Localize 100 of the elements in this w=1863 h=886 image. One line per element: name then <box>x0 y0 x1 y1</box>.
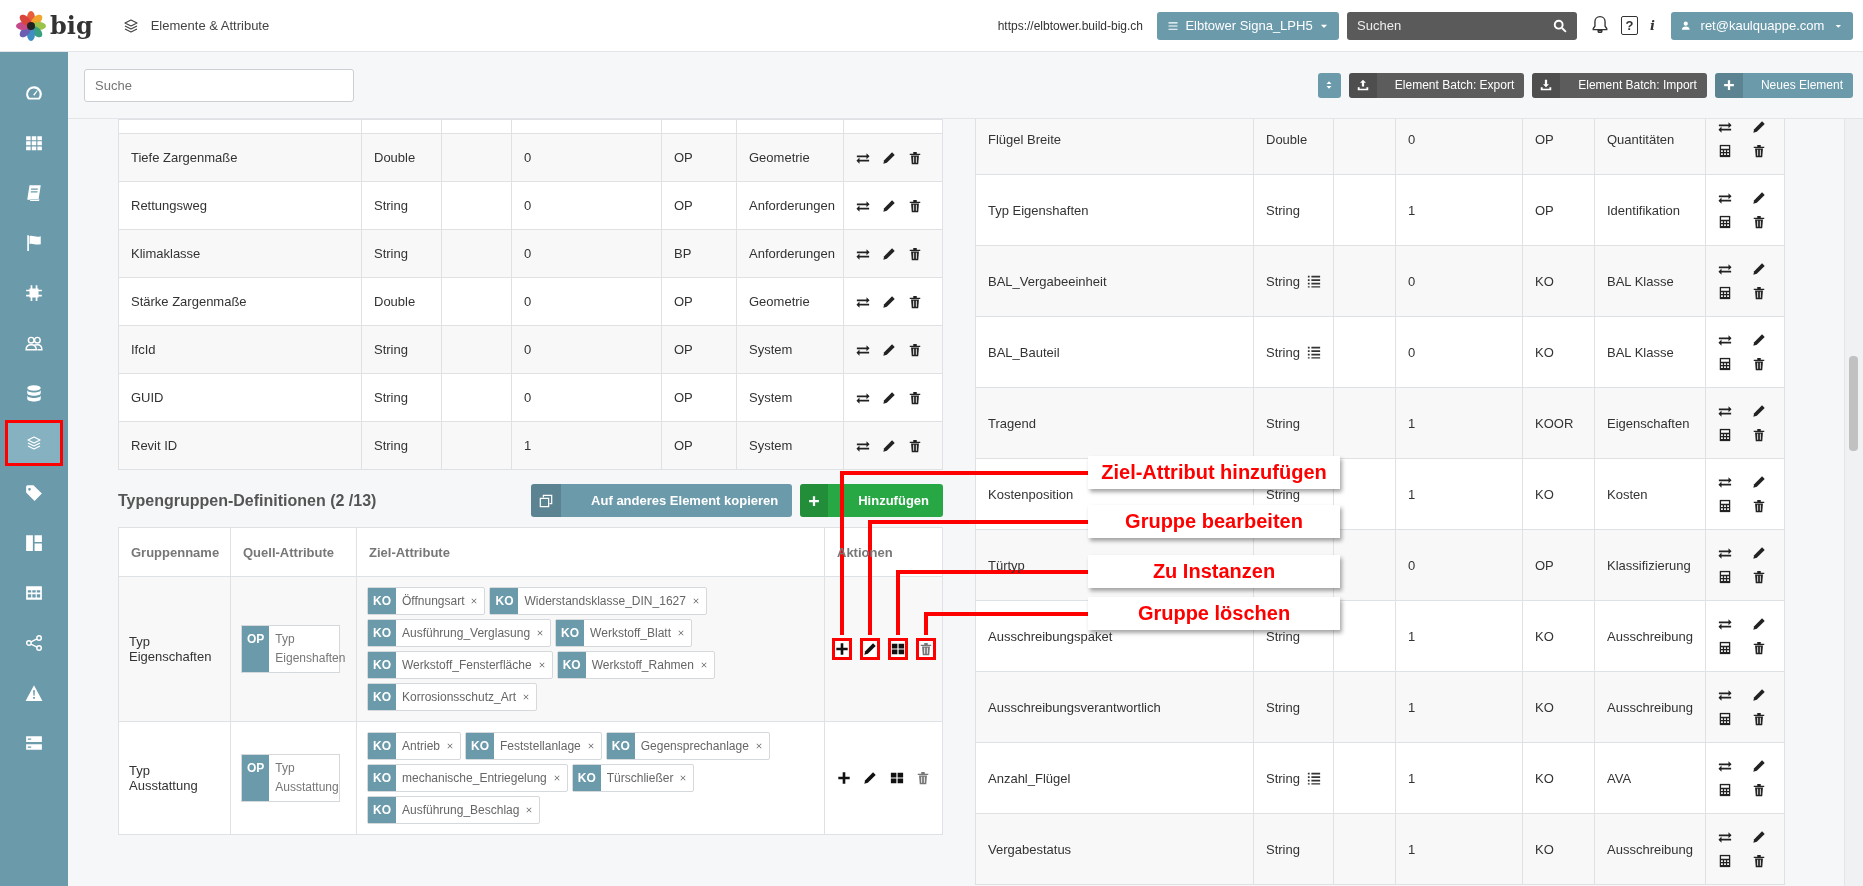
table-icon <box>25 584 43 602</box>
search-field[interactable]: Suche <box>84 68 354 102</box>
table-cell: KO <box>1522 316 1595 388</box>
instances-group-button[interactable] <box>887 638 908 660</box>
table-cell: KO <box>1522 813 1595 885</box>
pencil-icon <box>882 198 896 213</box>
table-cell: Ausschreibung <box>1594 600 1706 672</box>
table-cell: OP <box>661 421 737 470</box>
search-field[interactable]: Suchen <box>1347 11 1578 40</box>
table-cell: String <box>1266 202 1300 218</box>
table-cell: String <box>374 342 408 357</box>
table-cell: AVA <box>1594 742 1706 814</box>
attribute-tag[interactable]: KO Antrieb <box>367 732 462 760</box>
pencil-icon <box>882 294 896 309</box>
grid-icon <box>25 134 43 152</box>
table-cell: String <box>374 246 408 261</box>
add-group-button[interactable] <box>831 638 852 660</box>
pencil-icon <box>882 438 896 453</box>
search-icon <box>1553 18 1568 33</box>
site-url: https://elbtower.build-big.ch <box>997 18 1144 33</box>
flag-icon <box>25 234 43 252</box>
trash-icon <box>1752 428 1766 442</box>
swap-icon <box>1718 759 1732 773</box>
attribute-tag[interactable]: KO mechanische_Entriegelung <box>367 764 568 792</box>
user-icon <box>1681 20 1691 31</box>
pencil-icon <box>1752 759 1766 773</box>
calculator-icon <box>1718 641 1732 655</box>
table-cell: Anzahl_Flügel <box>975 742 1254 814</box>
table-cell: BAL_Bauteil <box>975 316 1254 388</box>
calculator-icon <box>1718 286 1732 300</box>
remove-icon <box>552 774 561 782</box>
pencil-icon <box>882 150 896 165</box>
plus-icon <box>808 494 821 507</box>
remove-icon <box>537 661 546 669</box>
table-cell: OP <box>661 325 737 374</box>
table-cell: Anforderungen <box>736 229 844 278</box>
attribute-tag[interactable]: KO Korrosionsschutz_Art <box>367 683 538 711</box>
table-cell: String <box>1266 841 1300 857</box>
table-cell: OP <box>661 373 737 422</box>
callout-label: Ziel-Attribut hinzufügen <box>1088 456 1340 489</box>
sort-button[interactable] <box>1317 72 1341 98</box>
table-cell: OP <box>1522 529 1595 601</box>
edit-group-button[interactable] <box>859 638 880 660</box>
table-cell: Eigenschaften <box>1594 387 1706 459</box>
swap-icon <box>1718 404 1732 418</box>
add-button[interactable]: Hinzufügen <box>800 484 943 517</box>
swap-icon <box>1718 191 1732 205</box>
table-cell: String <box>1266 273 1300 289</box>
trash-icon <box>915 771 930 785</box>
table-cell: Flügel Breite <box>975 119 1254 175</box>
attribute-tag: OP Typ Ausstattung <box>241 753 341 803</box>
trash-icon <box>1752 357 1766 371</box>
callout-label: Gruppe bearbeiten <box>1088 505 1340 538</box>
table-cell: 0 <box>511 325 662 374</box>
table-cell: String <box>1266 770 1300 786</box>
list-icon <box>1307 345 1321 359</box>
delete-group-button[interactable] <box>915 638 936 660</box>
table-cell: 0 <box>511 373 662 422</box>
attribute-tag[interactable]: KO Ausführung_Beschlag <box>367 796 541 824</box>
pencil-icon <box>863 771 878 785</box>
pencil-icon <box>1752 617 1766 631</box>
trash-icon <box>908 198 922 213</box>
attribute-tag[interactable]: KO Ausführung_Verglasung <box>367 619 552 647</box>
remove-icon <box>522 693 531 701</box>
attribute-tag[interactable]: KO Feststellanlage <box>465 732 602 760</box>
table-cell: System <box>736 325 844 374</box>
trash-icon <box>908 390 922 405</box>
attribute-tag[interactable]: KO Werkstoff_Blatt <box>555 619 693 647</box>
table-cell: 1 <box>1395 671 1523 743</box>
table-cell: 1 <box>511 421 662 470</box>
swap-icon <box>1718 120 1732 134</box>
table-cell: KO <box>1522 245 1595 317</box>
list-icon <box>1307 274 1321 288</box>
callout-label: Zu Instanzen <box>1088 555 1340 588</box>
swap-icon <box>1718 688 1732 702</box>
attribute-tag[interactable]: KO Gegensprechanlage <box>605 732 770 760</box>
import-button[interactable]: Element Batch: Import <box>1532 72 1707 98</box>
table-cell: 0 <box>1395 316 1523 388</box>
info-button[interactable]: i <box>1650 18 1655 33</box>
table-cell: Klassifizierung <box>1594 529 1706 601</box>
attribute-tag[interactable]: KO Türschließer <box>571 764 695 792</box>
callout-label: Gruppe löschen <box>1088 597 1340 630</box>
scrollbar[interactable] <box>1844 119 1863 886</box>
attribute-tag[interactable]: KO Werkstoff_Rahmen <box>556 651 715 679</box>
table-cell: OP <box>1522 119 1595 175</box>
table-cell: Typ Ausstattung <box>118 721 231 835</box>
attribute-tag[interactable]: KO Werkstoff_Fensterfläche <box>367 651 553 679</box>
table-cell: Kosten <box>1594 458 1706 530</box>
export-button[interactable]: Element Batch: Export <box>1348 72 1525 98</box>
pencil-icon <box>1752 830 1766 844</box>
table-cell: BAL Klasse <box>1594 245 1706 317</box>
table-cell: 0 <box>511 181 662 230</box>
trash-icon <box>908 294 922 309</box>
help-button[interactable]: ? <box>1621 16 1639 35</box>
calculator-icon <box>1718 144 1732 158</box>
trash-icon <box>1752 499 1766 513</box>
attribute-tag[interactable]: KO Widerstandsklasse_DIN_1627 <box>489 587 707 615</box>
table-cell: IfcId <box>118 325 362 374</box>
attribute-tag[interactable]: KO Öffnungsart <box>367 587 486 615</box>
sidebar-item[interactable] <box>5 420 63 466</box>
